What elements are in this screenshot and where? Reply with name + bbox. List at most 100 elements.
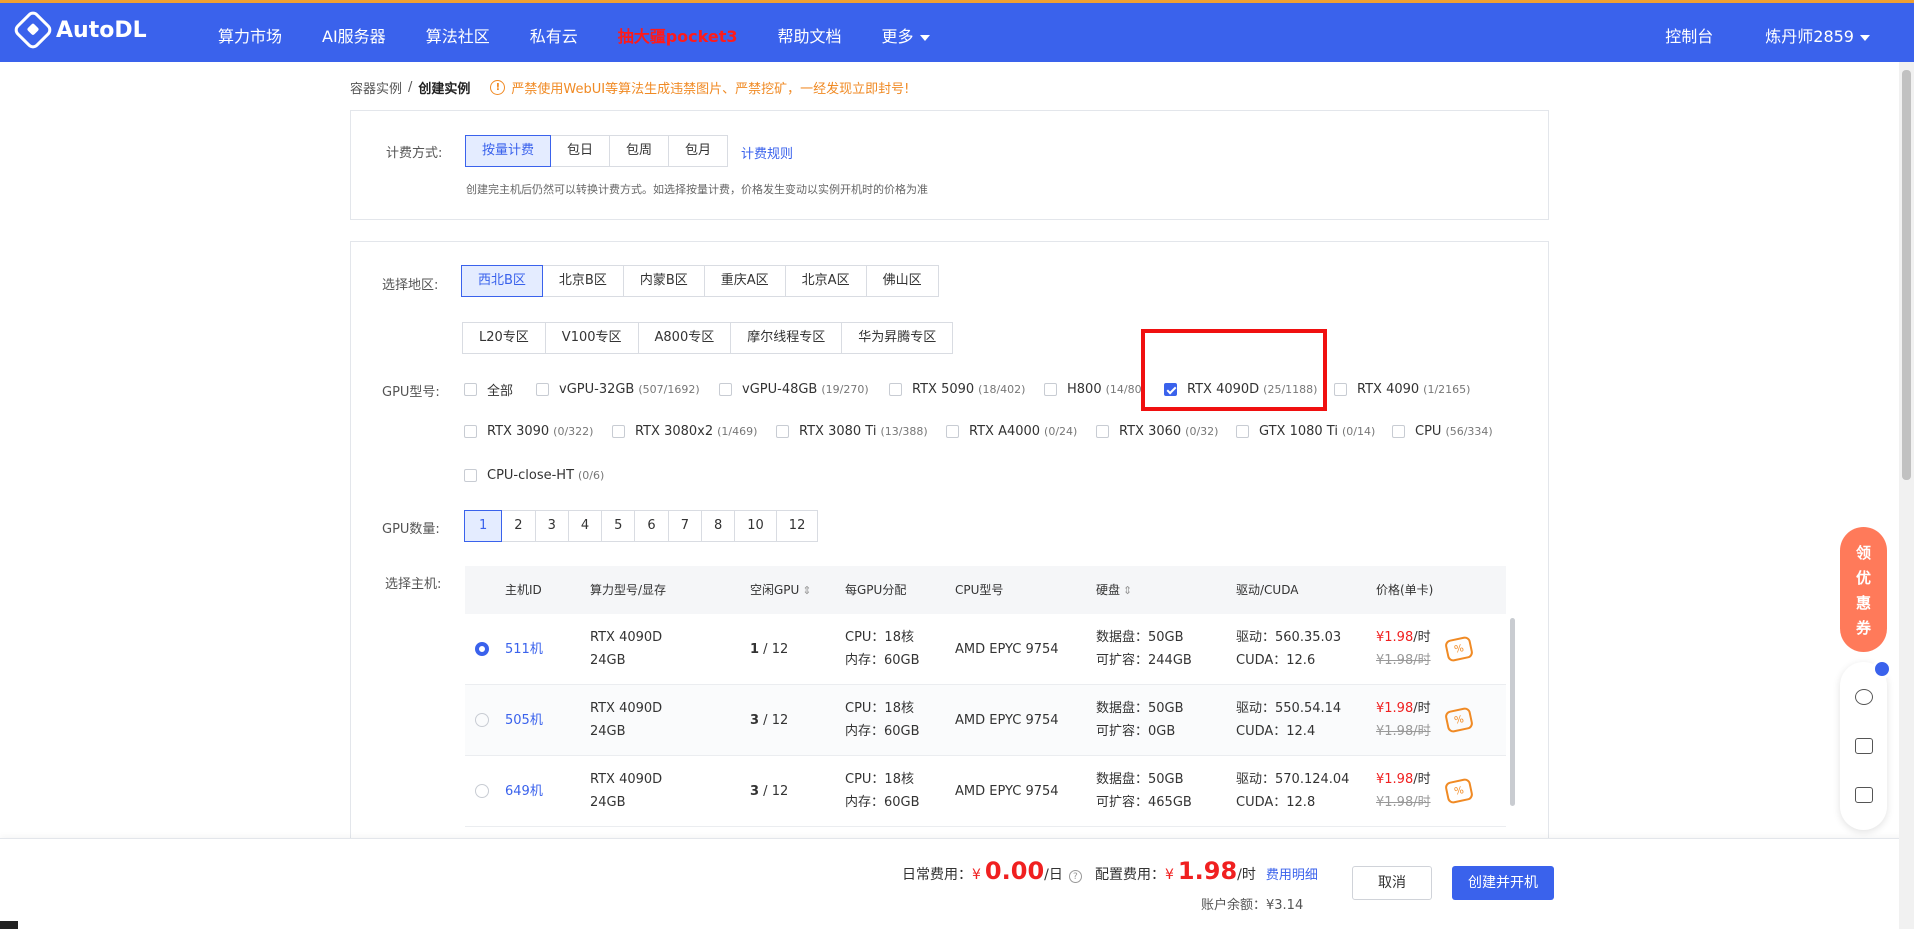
gpu-option[interactable]: RTX 3080 Ti (13/388) [776, 424, 946, 439]
gpu-option[interactable]: vGPU-48GB (19/270) [719, 382, 889, 397]
region-option[interactable]: A800专区 [637, 322, 732, 354]
gpu-option[interactable]: RTX 3080x2 (1/469) [612, 424, 776, 439]
gpu-count-option[interactable]: 1 [464, 510, 503, 542]
table-scrollbar[interactable] [1510, 618, 1515, 806]
checkbox[interactable] [1236, 425, 1249, 438]
host-id[interactable]: 511机 [505, 638, 590, 661]
region-option[interactable]: L20专区 [462, 322, 546, 354]
gpu-count-option[interactable]: 5 [601, 510, 636, 542]
create-and-start-button[interactable]: 创建并开机 [1452, 866, 1554, 900]
row-radio[interactable] [475, 784, 489, 798]
gpu-option-all[interactable]: 全部 [464, 380, 536, 399]
gpu-count-option[interactable]: 7 [667, 510, 702, 542]
row-radio-selected[interactable] [475, 642, 489, 656]
checkbox[interactable] [889, 383, 902, 396]
fee-detail-link[interactable]: 费用明细 [1266, 864, 1318, 883]
cpu-model: AMD EPYC 9754 [955, 783, 1059, 799]
nav-item-market[interactable]: 算力市场 [218, 23, 282, 47]
gpu-count: (507/1692) [638, 383, 700, 396]
gpu-count-option[interactable]: 12 [775, 510, 819, 542]
gpu-count-option[interactable]: 4 [567, 510, 603, 542]
nav-item-promo[interactable]: 抽大疆pocket3 [618, 23, 738, 47]
table-row[interactable]: 649机 RTX 4090D 24GB 3 / 12 CPU：18核 内存：60GB… [465, 756, 1506, 827]
message-icon[interactable] [1854, 737, 1873, 754]
billing-option-hourly[interactable]: 按量计费 [465, 135, 552, 167]
checkbox[interactable] [719, 383, 732, 396]
col-free-gpu[interactable]: 空闲GPU [750, 579, 845, 602]
cancel-button[interactable]: 取消 [1352, 866, 1432, 900]
expandable: 可扩容：244GB [1096, 653, 1192, 668]
page-scrollbar[interactable] [1899, 62, 1914, 929]
service-badge-icon[interactable] [1872, 659, 1892, 679]
region-option[interactable]: 西北B区 [461, 265, 543, 297]
checkbox[interactable] [464, 383, 477, 396]
checkbox[interactable] [1334, 383, 1347, 396]
gpu-option[interactable]: RTX 3090 (0/322) [464, 424, 612, 439]
autodl-logo[interactable]: AutoDL [11, 8, 147, 52]
region-option[interactable]: 佛山区 [865, 265, 939, 297]
console-link[interactable]: 控制台 [1665, 23, 1713, 47]
checkbox[interactable] [464, 425, 477, 438]
nav-item-community[interactable]: 算法社区 [426, 23, 490, 47]
wechat-icon[interactable] [1854, 688, 1873, 705]
cuda: CUDA：12.8 [1236, 795, 1316, 810]
gpu-option[interactable]: RTX 5090 (18/402) [889, 382, 1044, 397]
table-row[interactable]: 511机 RTX 4090D 24GB 1 / 12 CPU：18核 内存：60GB… [465, 614, 1506, 685]
checkbox[interactable] [776, 425, 789, 438]
region-option[interactable]: 北京A区 [784, 265, 867, 297]
billing-option-weekly[interactable]: 包周 [609, 135, 670, 167]
gpu-option[interactable]: RTX 4090 (1/2165) [1334, 382, 1470, 397]
checkbox[interactable] [464, 469, 477, 482]
region-option[interactable]: V100专区 [544, 322, 639, 354]
nav-item-private-cloud[interactable]: 私有云 [530, 23, 578, 47]
total-gpu: / 12 [759, 783, 789, 799]
get-coupon-button[interactable]: 领 优 惠 券 [1840, 527, 1887, 652]
region-option[interactable]: 摩尔线程专区 [730, 322, 843, 354]
gpu-count-option[interactable]: 10 [734, 510, 777, 542]
nav-item-ai-server[interactable]: AI服务器 [322, 23, 386, 47]
checkbox[interactable] [1392, 425, 1405, 438]
checkbox[interactable] [1096, 425, 1109, 438]
gpu-count-option[interactable]: 8 [700, 510, 736, 542]
host-id[interactable]: 505机 [505, 709, 590, 732]
col-disk[interactable]: 硬盘 [1096, 579, 1236, 602]
expandable: 可扩容：0GB [1096, 724, 1176, 739]
row-radio[interactable] [475, 713, 489, 727]
gpu-option[interactable]: CPU-close-HT (0/6) [464, 468, 604, 483]
daily-fee-value: 0.00 [984, 857, 1045, 885]
checkbox[interactable] [1044, 383, 1057, 396]
gpu-count: (56/334) [1445, 425, 1493, 438]
gpu-option[interactable]: vGPU-32GB (507/1692) [536, 382, 719, 397]
region-option[interactable]: 重庆A区 [703, 265, 786, 297]
checkbox[interactable] [536, 383, 549, 396]
table-row[interactable]: 505机 RTX 4090D 24GB 3 / 12 CPU：18核 内存：60GB… [465, 685, 1506, 756]
user-menu[interactable]: 炼丹师2859 [1765, 23, 1870, 47]
warning-notice: ! 严禁使用WebUI等算法生成违禁图片、严禁挖矿，一经发现立即封号! [490, 78, 909, 97]
help-icon[interactable]: ? [1068, 870, 1082, 883]
gpu-option[interactable]: RTX 3060 (0/32) [1096, 424, 1236, 439]
host-id[interactable]: 649机 [505, 780, 590, 803]
billing-option-monthly[interactable]: 包月 [668, 135, 729, 167]
footer-bar: 日常费用： ¥ 0.00 /日 ? 配置费用： ¥ 1.98 /时 费用明细 账… [0, 838, 1914, 929]
gpu-count-option[interactable]: 2 [501, 510, 536, 542]
gpu-option[interactable]: CPU (56/334) [1392, 424, 1493, 439]
gpu-count-option[interactable]: 6 [634, 510, 669, 542]
nav-item-more[interactable]: 更多 [882, 23, 930, 47]
corner-mark [0, 921, 18, 929]
region-option[interactable]: 内蒙B区 [622, 265, 705, 297]
checkbox[interactable] [946, 425, 959, 438]
gpu-count-option[interactable]: 3 [534, 510, 569, 542]
billing-rules-link[interactable]: 计费规则 [741, 143, 793, 162]
scrollbar-thumb[interactable] [1902, 70, 1911, 480]
coupon-char: 领 [1855, 543, 1871, 562]
cpu-cores: CPU：18核 [845, 701, 914, 716]
checkbox[interactable] [612, 425, 625, 438]
region-option[interactable]: 华为昇腾专区 [841, 322, 954, 354]
gpu-option[interactable]: GTX 1080 Ti (0/14) [1236, 424, 1392, 439]
gpu-option[interactable]: RTX A4000 (0/24) [946, 424, 1096, 439]
billing-option-daily[interactable]: 包日 [550, 135, 611, 167]
breadcrumb-parent[interactable]: 容器实例 [350, 78, 402, 97]
edit-icon[interactable] [1854, 787, 1873, 804]
region-option[interactable]: 北京B区 [541, 265, 624, 297]
nav-item-help[interactable]: 帮助文档 [778, 23, 842, 47]
